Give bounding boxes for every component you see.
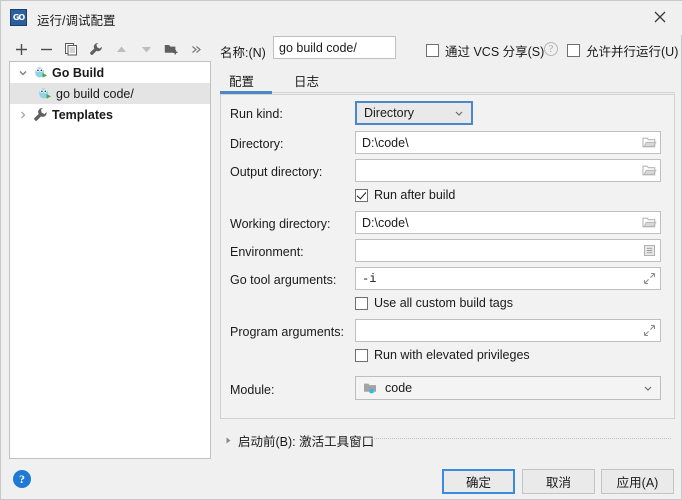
before-launch-section[interactable]: 启动前(B): 激活工具窗口 — [220, 431, 374, 450]
dialog-title: 运行/调试配置 — [37, 14, 116, 28]
program-arguments-label: Program arguments: — [230, 325, 344, 339]
tree-node-go-build[interactable]: Go Build — [10, 62, 210, 83]
use-all-custom-build-tags-checkbox[interactable]: Use all custom build tags — [355, 296, 513, 310]
output-directory-input[interactable] — [355, 159, 661, 182]
working-directory-input[interactable] — [355, 211, 661, 234]
tree-node-label: Templates — [52, 107, 113, 122]
environment-input[interactable] — [355, 239, 661, 262]
run-after-build-checkbox[interactable]: Run after build — [355, 188, 455, 202]
configurations-tree[interactable]: Go Build go build code/ Templates — [9, 61, 211, 459]
environment-edit-button[interactable] — [638, 240, 660, 261]
wrench-icon — [32, 106, 49, 123]
go-tool-arguments-input[interactable] — [355, 267, 661, 290]
edit-templates-button[interactable] — [84, 37, 108, 61]
run-with-elevated-privileges-checkbox[interactable]: Run with elevated privileges — [355, 348, 530, 362]
tab-baseline — [272, 92, 675, 93]
module-value: code — [385, 381, 413, 395]
chevron-down-icon — [451, 108, 467, 118]
share-via-vcs-label: 通过 VCS 分享(S) — [445, 45, 545, 59]
program-arguments-expand-button[interactable] — [638, 320, 660, 341]
module-dropdown[interactable]: code — [355, 376, 661, 400]
directory-input[interactable] — [355, 131, 661, 154]
go-logo-icon: GO — [10, 9, 27, 26]
share-via-vcs-checkbox-box — [426, 44, 439, 57]
help-glyph: ? — [19, 471, 25, 486]
add-button[interactable] — [9, 37, 33, 61]
go-run-icon — [32, 64, 49, 81]
directory-browse-button[interactable] — [638, 132, 660, 153]
use-all-custom-build-tags-checkbox-box — [355, 296, 368, 310]
environment-label: Environment: — [230, 245, 304, 259]
chevron-down-icon[interactable] — [14, 62, 32, 83]
share-via-vcs-help-icon[interactable]: ? — [544, 42, 558, 56]
configurations-toolbar — [9, 37, 209, 61]
directory-label: Directory: — [230, 137, 284, 151]
overflow-button[interactable] — [184, 37, 208, 61]
run-kind-dropdown[interactable]: Directory — [355, 101, 473, 125]
output-directory-label: Output directory: — [230, 165, 323, 179]
go-tool-arguments-label: Go tool arguments: — [230, 273, 337, 287]
program-arguments-input[interactable] — [355, 319, 661, 342]
run-with-elevated-privileges-checkbox-box — [355, 348, 368, 362]
triangle-right-icon[interactable] — [220, 433, 236, 449]
run-after-build-checkbox-box — [355, 188, 368, 202]
help-question-glyph: ? — [548, 43, 554, 55]
help-icon[interactable]: ? — [13, 470, 31, 488]
allow-parallel-run-checkbox[interactable]: 允许并行运行(U) — [567, 41, 678, 60]
title-bar: GO 运行/调试配置 — [1, 1, 682, 35]
tree-node-templates[interactable]: Templates — [10, 104, 210, 125]
output-directory-browse-button[interactable] — [638, 160, 660, 181]
allow-parallel-run-label: 允许并行运行(U) — [586, 45, 679, 59]
run-after-build-label: Run after build — [374, 188, 456, 202]
working-directory-browse-button[interactable] — [638, 212, 660, 233]
use-all-custom-build-tags-label: Use all custom build tags — [374, 296, 513, 310]
close-button[interactable] — [637, 1, 682, 33]
module-icon — [363, 381, 381, 395]
configuration-settings-panel: Run kind: Directory Directory: Output di… — [220, 94, 675, 419]
working-directory-label: Working directory: — [230, 217, 331, 231]
chevron-down-icon — [640, 383, 656, 393]
move-up-button[interactable] — [109, 37, 133, 61]
run-debug-configurations-dialog: GO 运行/调试配置 名称:(N) go build code/ 通过 VCS … — [0, 0, 682, 500]
before-launch-separator — [371, 438, 671, 439]
move-down-button[interactable] — [134, 37, 158, 61]
run-kind-label: Run kind: — [230, 107, 283, 121]
module-label: Module: — [230, 383, 275, 397]
tree-node-label: Go Build — [52, 65, 105, 80]
run-with-elevated-privileges-label: Run with elevated privileges — [374, 348, 530, 362]
run-kind-value: Directory — [364, 106, 415, 120]
copy-button[interactable] — [59, 37, 83, 61]
ok-button[interactable]: 确定 — [442, 469, 515, 494]
configuration-name-label: 名称:(N) — [220, 46, 266, 60]
remove-button[interactable] — [34, 37, 58, 61]
tree-node-go-build-code[interactable]: go build code/ — [10, 83, 210, 104]
chevron-right-icon[interactable] — [14, 104, 32, 125]
before-launch-label: 启动前(B): 激活工具窗口 — [238, 435, 375, 449]
go-run-icon — [36, 85, 53, 102]
configuration-name-input[interactable] — [273, 36, 396, 59]
allow-parallel-run-checkbox-box — [567, 44, 580, 57]
tree-node-label: go build code/ — [56, 86, 134, 101]
go-tool-arguments-expand-button[interactable] — [638, 268, 660, 289]
cancel-button[interactable]: 取消 — [522, 469, 595, 494]
new-folder-button[interactable] — [159, 37, 183, 61]
share-via-vcs-checkbox[interactable]: 通过 VCS 分享(S) — [426, 41, 544, 60]
apply-button[interactable]: 应用(A) — [601, 469, 674, 494]
